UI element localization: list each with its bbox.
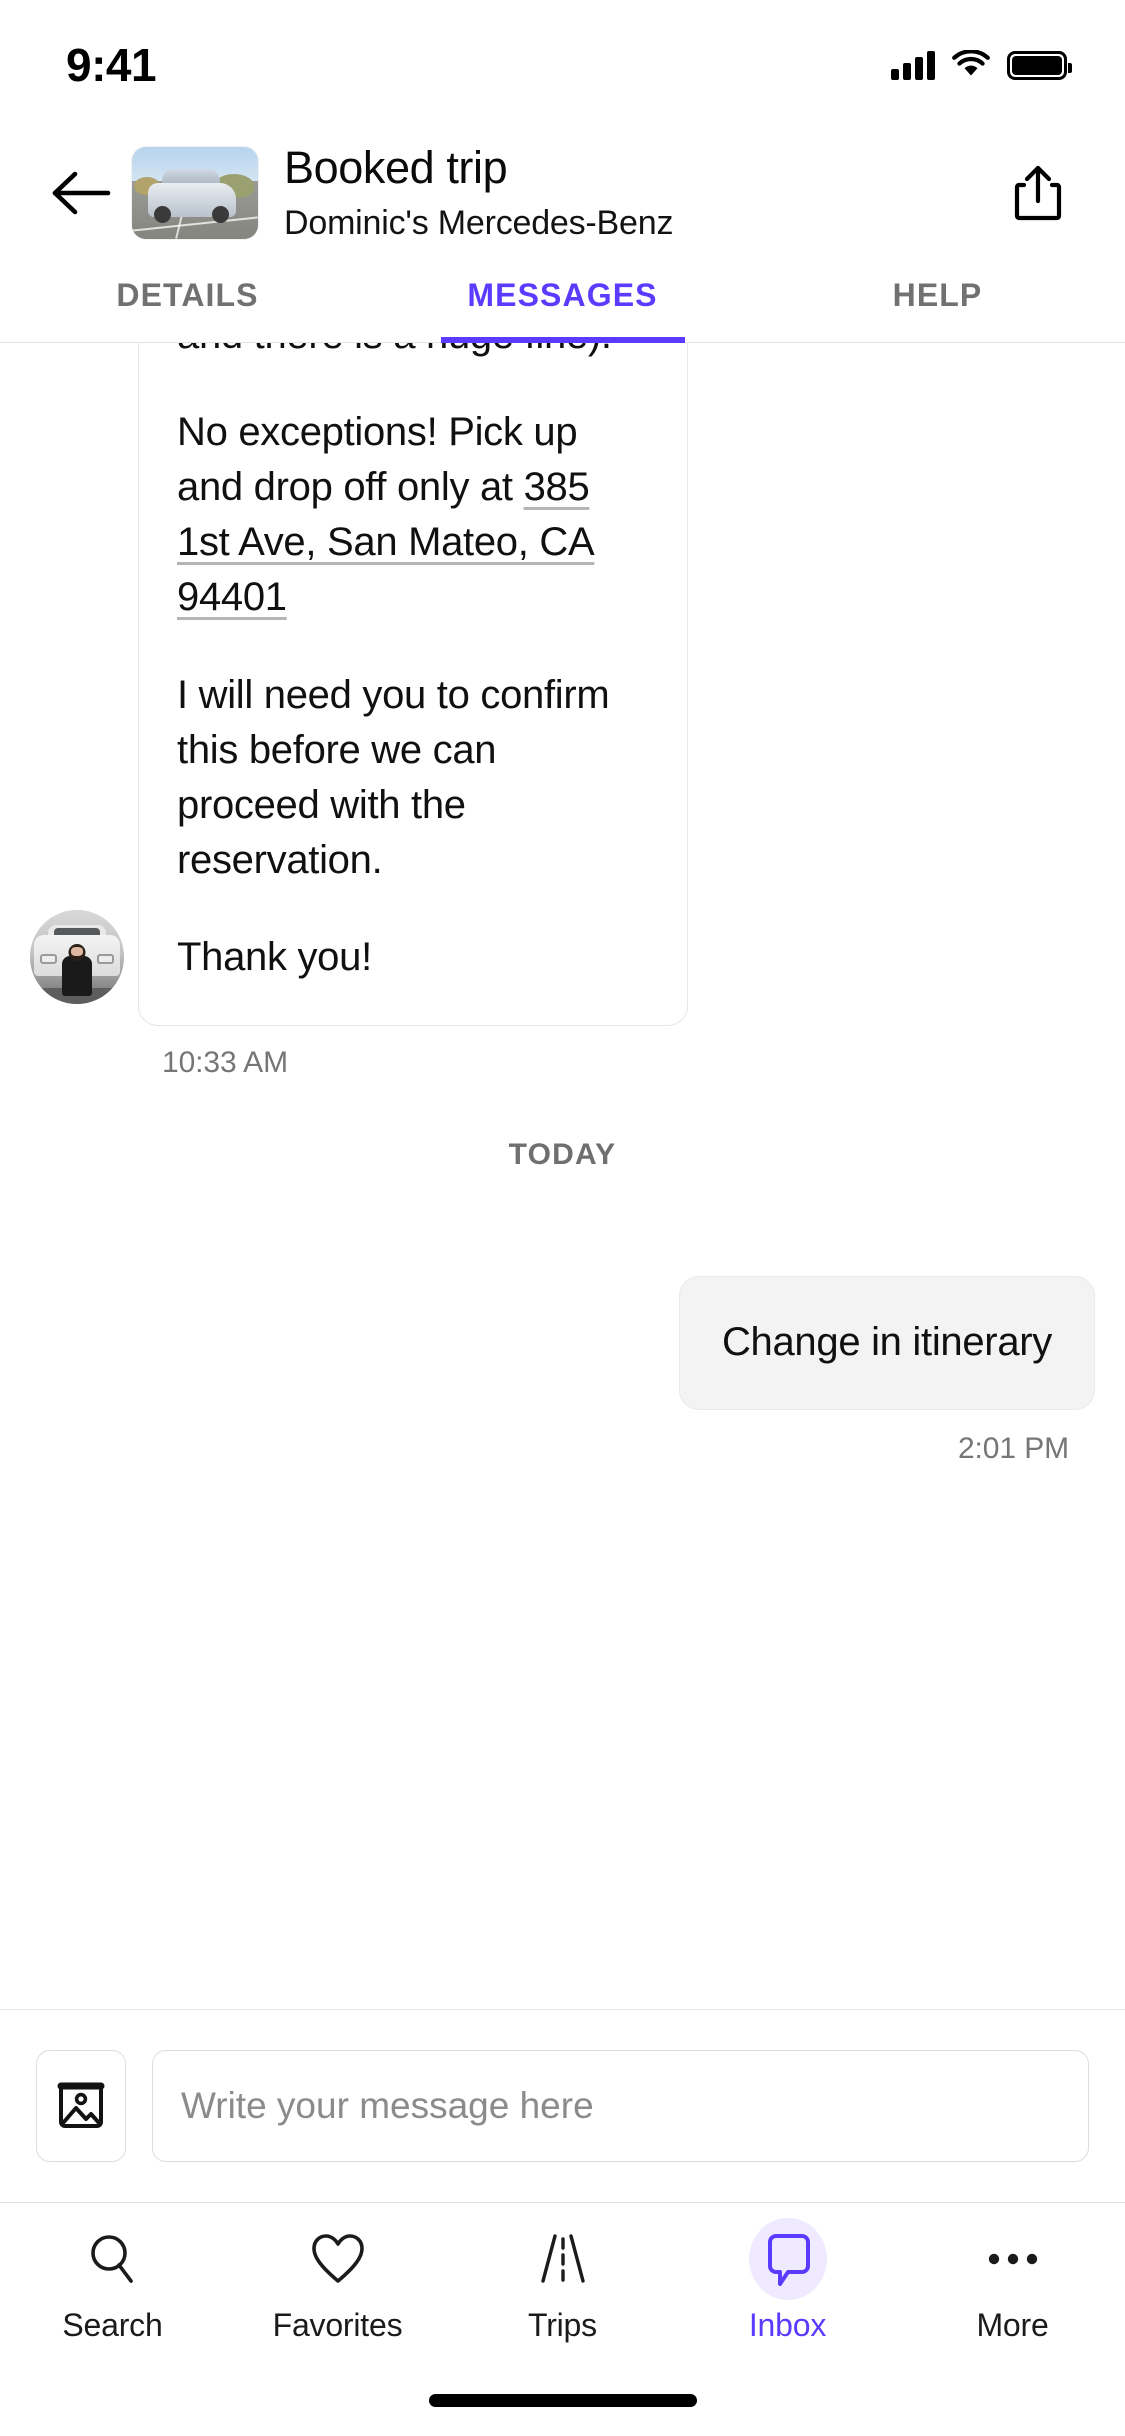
message-paragraph-3: I will need you to confirm this before w… (177, 672, 610, 883)
attach-image-button[interactable] (36, 2050, 126, 2162)
message-paragraph-2-text: No exceptions! Pick up and drop off only… (177, 409, 578, 509)
bottom-tab-more[interactable]: More (900, 2223, 1125, 2344)
battery-full-icon (1007, 50, 1072, 80)
message-row-outgoing: Change in itinerary (30, 1276, 1095, 1410)
image-attachment-icon (57, 2082, 105, 2128)
home-indicator-area (0, 2382, 1125, 2436)
message-bubble-outgoing[interactable]: Change in itinerary (678, 1276, 1095, 1410)
message-thread[interactable]: up/ drop off. (San Francisco Airport doe… (0, 343, 1125, 2009)
status-icons (891, 50, 1072, 80)
outgoing-timestamp: 2:01 PM (957, 1431, 1069, 1465)
page-subtitle: Dominic's Mercedes-Benz (284, 204, 674, 243)
tab-messages[interactable]: MESSAGES (375, 255, 750, 342)
bottom-tab-label: More (976, 2307, 1049, 2343)
bottom-tab-label: Trips (528, 2307, 597, 2343)
nav-title-group: Booked trip Dominic's Mercedes-Benz (284, 143, 999, 243)
message-bubble-incoming[interactable]: up/ drop off. (San Francisco Airport doe… (138, 343, 688, 1027)
bottom-tab-favorites[interactable]: Favorites (225, 2223, 450, 2344)
app-screen: 9:41 Booked trip Dominic's Mercedes-Benz… (0, 0, 1125, 2436)
message-input[interactable] (152, 2050, 1089, 2162)
chat-bubble-icon (748, 2218, 827, 2300)
day-divider: TODAY (508, 1138, 617, 1172)
status-time: 9:41 (66, 39, 157, 91)
tab-help[interactable]: HELP (750, 255, 1125, 342)
back-arrow-icon (52, 171, 111, 214)
message-paragraph-1: up/ drop off. (San Francisco Airport doe… (177, 343, 649, 363)
bottom-tab-label: Search (62, 2307, 163, 2343)
avatar[interactable] (30, 910, 124, 1005)
back-button[interactable] (40, 152, 122, 234)
share-button[interactable] (999, 151, 1077, 235)
ellipsis-icon (982, 2223, 1044, 2295)
wifi-icon (952, 50, 990, 76)
message-paragraph-4: Thank you! (177, 935, 372, 980)
nav-header: Booked trip Dominic's Mercedes-Benz (0, 130, 1125, 255)
bottom-tab-bar: Search Favorites Trips Inbox More (0, 2202, 1125, 2382)
share-icon (1014, 165, 1062, 220)
home-indicator[interactable] (428, 2394, 697, 2407)
bottom-tab-label: Inbox (748, 2307, 827, 2343)
message-composer (0, 2009, 1125, 2202)
vehicle-thumbnail-image[interactable] (132, 146, 258, 239)
cellular-bars-icon (891, 50, 935, 80)
message-row-incoming: up/ drop off. (San Francisco Airport doe… (30, 343, 1095, 1027)
tab-details[interactable]: DETAILS (0, 255, 375, 342)
road-icon (533, 2223, 593, 2295)
bottom-tab-search[interactable]: Search (0, 2223, 225, 2344)
bottom-tab-label: Favorites (272, 2307, 403, 2343)
bottom-tab-trips[interactable]: Trips (450, 2223, 675, 2344)
heart-icon (307, 2223, 369, 2295)
status-bar: 9:41 (0, 0, 1125, 130)
bottom-tab-inbox[interactable]: Inbox (675, 2218, 900, 2344)
page-title: Booked trip (284, 141, 508, 193)
message-paragraph-2: No exceptions! Pick up and drop off only… (177, 405, 649, 626)
section-tabs: DETAILS MESSAGES HELP (0, 255, 1125, 342)
search-icon (83, 2223, 143, 2295)
incoming-timestamp: 10:33 AM (162, 1046, 288, 1080)
